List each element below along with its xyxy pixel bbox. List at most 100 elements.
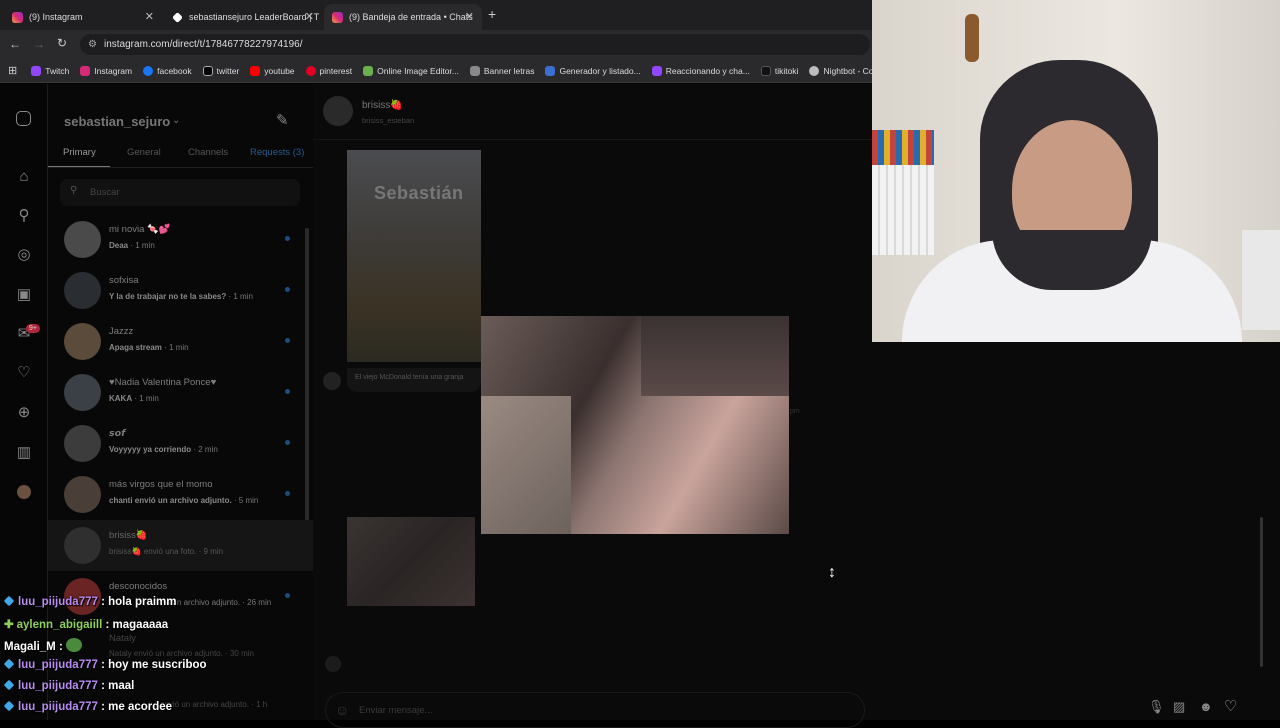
close-icon[interactable]: ✕ — [465, 10, 474, 23]
radiator — [872, 165, 936, 255]
bookmark-banner[interactable]: Banner letras — [469, 65, 534, 76]
address-bar[interactable]: ⚙ instagram.com/direct/t/178467782279741… — [80, 34, 870, 55]
shared-image[interactable]: Sebastián — [347, 150, 481, 362]
tiktok-icon — [760, 65, 771, 76]
conversation-name[interactable]: brisiss🍓 — [362, 100, 403, 111]
chat-username: luu_piijuda777 — [18, 659, 98, 671]
new-message-icon[interactable]: ✎ — [276, 111, 289, 129]
thread-row[interactable]: mi novia 🍬💕 Deaa · 1 min — [48, 214, 298, 265]
heart-icon[interactable]: ♡ — [1224, 697, 1237, 715]
chair-side — [1242, 230, 1280, 330]
thread-preview: Deaa · 1 min — [109, 241, 155, 250]
plus-badge-icon: ✚ — [4, 619, 14, 631]
sub-badge-icon — [3, 700, 15, 712]
tab-channels[interactable]: Channels — [188, 147, 228, 158]
bookmark-label: Instagram — [94, 65, 133, 76]
bookmark-tikitoki[interactable]: tikitoki — [760, 65, 799, 76]
bookmark-label: Nightbot - Comm — [823, 65, 872, 76]
navigation-bar: ← → ↻ ⚙ instagram.com/direct/t/178467782… — [0, 30, 872, 59]
bookmark-generador[interactable]: Generador y listado... — [545, 65, 641, 76]
close-icon[interactable]: ✕ — [145, 10, 154, 23]
thread-preview: Voyyyyy ya corriendo · 2 min — [109, 445, 218, 454]
thread-row[interactable]: ♥Nadia Valentina Ponce♥ KAKA · 1 min — [48, 367, 298, 418]
message-time: pm — [790, 408, 800, 415]
url-text: instagram.com/direct/t/17846778227974196… — [104, 39, 303, 50]
emoji-icon[interactable]: ☺ — [335, 702, 349, 718]
thread-row[interactable]: sofxisa Y la de trabajar no te la sabes?… — [48, 265, 298, 316]
bookmark-image-editor[interactable]: Online Image Editor... — [363, 65, 459, 76]
nightbot-icon — [809, 65, 820, 76]
tab-instagram[interactable]: (9) Instagram ✕ — [4, 4, 162, 30]
bookmark-label: Generador y listado... — [559, 65, 641, 76]
bookmark-facebook[interactable]: facebook — [143, 65, 192, 76]
reels-icon[interactable]: ▣ — [15, 286, 33, 304]
twitch-icon — [651, 65, 662, 76]
dashboard-icon[interactable]: ▥ — [15, 444, 33, 462]
thread-name: Jazzz — [109, 326, 134, 337]
avatar — [64, 374, 101, 411]
site-settings-icon[interactable]: ⚙ — [88, 34, 97, 55]
bookmark-youtube[interactable]: youtube — [250, 65, 295, 76]
image-upload-icon[interactable]: ▨ — [1173, 699, 1185, 715]
sticker-icon[interactable]: ☻ — [1199, 699, 1213, 714]
bookmark-reaccionando[interactable]: Reaccionando y cha... — [651, 65, 750, 76]
explore-icon[interactable]: ◎ — [15, 246, 33, 264]
account-username[interactable]: sebastian_sejuro — [64, 114, 170, 129]
thread-preview: Y la de trabajar no te la sabes? · 1 min — [109, 292, 253, 301]
new-tab-button[interactable]: + — [488, 6, 496, 22]
instagram-logo-icon[interactable] — [16, 111, 31, 126]
conversation-scrollbar[interactable] — [1260, 517, 1263, 667]
chevron-down-icon[interactable]: ⌄ — [172, 115, 180, 126]
microphone-icon[interactable]: 🎙 — [1148, 699, 1165, 715]
tab-label: sebastiansejuro LeaderBoard | T — [189, 12, 320, 22]
thread-row[interactable]: 𝙨𝙤𝙛 Voyyyyy ya corriendo · 2 min — [48, 418, 298, 469]
bookmark-instagram[interactable]: Instagram — [80, 65, 133, 76]
search-input[interactable]: ⚲ Buscar — [60, 179, 300, 206]
chat-username: luu_piijuda777 — [18, 596, 98, 608]
thread-preview: chanti envió un archivo adjunto. · 5 min — [109, 496, 259, 505]
tab-inbox-active[interactable]: (9) Bandeja de entrada • Chats ✕ — [324, 4, 482, 30]
pinterest-icon — [305, 65, 316, 76]
tab-requests[interactable]: Requests (3) — [250, 147, 304, 158]
reload-icon[interactable]: ↻ — [57, 36, 67, 50]
chat-separator: : — [97, 659, 109, 671]
notifications-icon[interactable]: ♡ — [15, 364, 33, 382]
bookmark-nightbot[interactable]: Nightbot - Comm — [809, 65, 872, 76]
profile-avatar[interactable] — [17, 485, 31, 499]
image-editor-icon — [363, 65, 374, 76]
search-icon[interactable]: ⚲ — [15, 207, 33, 225]
back-icon[interactable]: ← — [9, 37, 21, 51]
avatar — [64, 272, 101, 309]
thread-preview: brisiss🍓 envió una foto. · 9 min — [109, 547, 224, 556]
thread-row-selected[interactable]: brisiss🍓 brisiss🍓 envió una foto. · 9 mi… — [48, 520, 313, 571]
apps-icon[interactable]: ⊞ — [8, 64, 17, 77]
bookmark-twitter[interactable]: twitter — [202, 65, 239, 76]
thread-name: mi novia 🍬💕 — [109, 224, 171, 235]
thread-row[interactable]: más virgos que el momo chanti envió un a… — [48, 469, 298, 520]
thread-row[interactable]: Jazzz Apaga stream · 1 min — [48, 316, 298, 367]
shared-photo-thumbnail[interactable] — [347, 517, 475, 606]
header-divider — [313, 139, 872, 140]
chat-username: aylenn_abigaiill — [16, 619, 103, 631]
wall-figure — [965, 14, 979, 62]
bookmark-label: tikitoki — [774, 65, 799, 76]
tab-general[interactable]: General — [127, 147, 161, 158]
home-icon[interactable]: ⌂ — [15, 168, 33, 186]
sender-avatar — [325, 656, 341, 672]
bookmark-pinterest[interactable]: pinterest — [305, 65, 352, 76]
chat-text: magaaaaa — [112, 619, 169, 631]
thread-list-scrollbar[interactable] — [305, 228, 309, 524]
tab-leaderboard[interactable]: sebastiansejuro LeaderBoard | T ✕ — [164, 4, 322, 30]
avatar[interactable] — [323, 96, 353, 126]
instagram-icon — [12, 11, 23, 23]
bookmark-twitch[interactable]: Twitch — [31, 65, 69, 76]
forward-icon[interactable]: → — [33, 37, 45, 51]
create-icon[interactable]: ⊕ — [15, 404, 33, 422]
close-icon[interactable]: ✕ — [305, 10, 314, 23]
tab-divider — [48, 167, 313, 168]
generator-icon — [545, 65, 556, 76]
tab-primary[interactable]: Primary — [63, 147, 96, 158]
message-composer[interactable]: ☺ Enviar mensaje... — [325, 692, 865, 728]
stream-right-area: ↕ 🎙 ▨ ☻ ♡ — [828, 342, 1280, 720]
thread-preview: Nataly envió un archivo adjunto. · 30 mi… — [109, 649, 254, 658]
